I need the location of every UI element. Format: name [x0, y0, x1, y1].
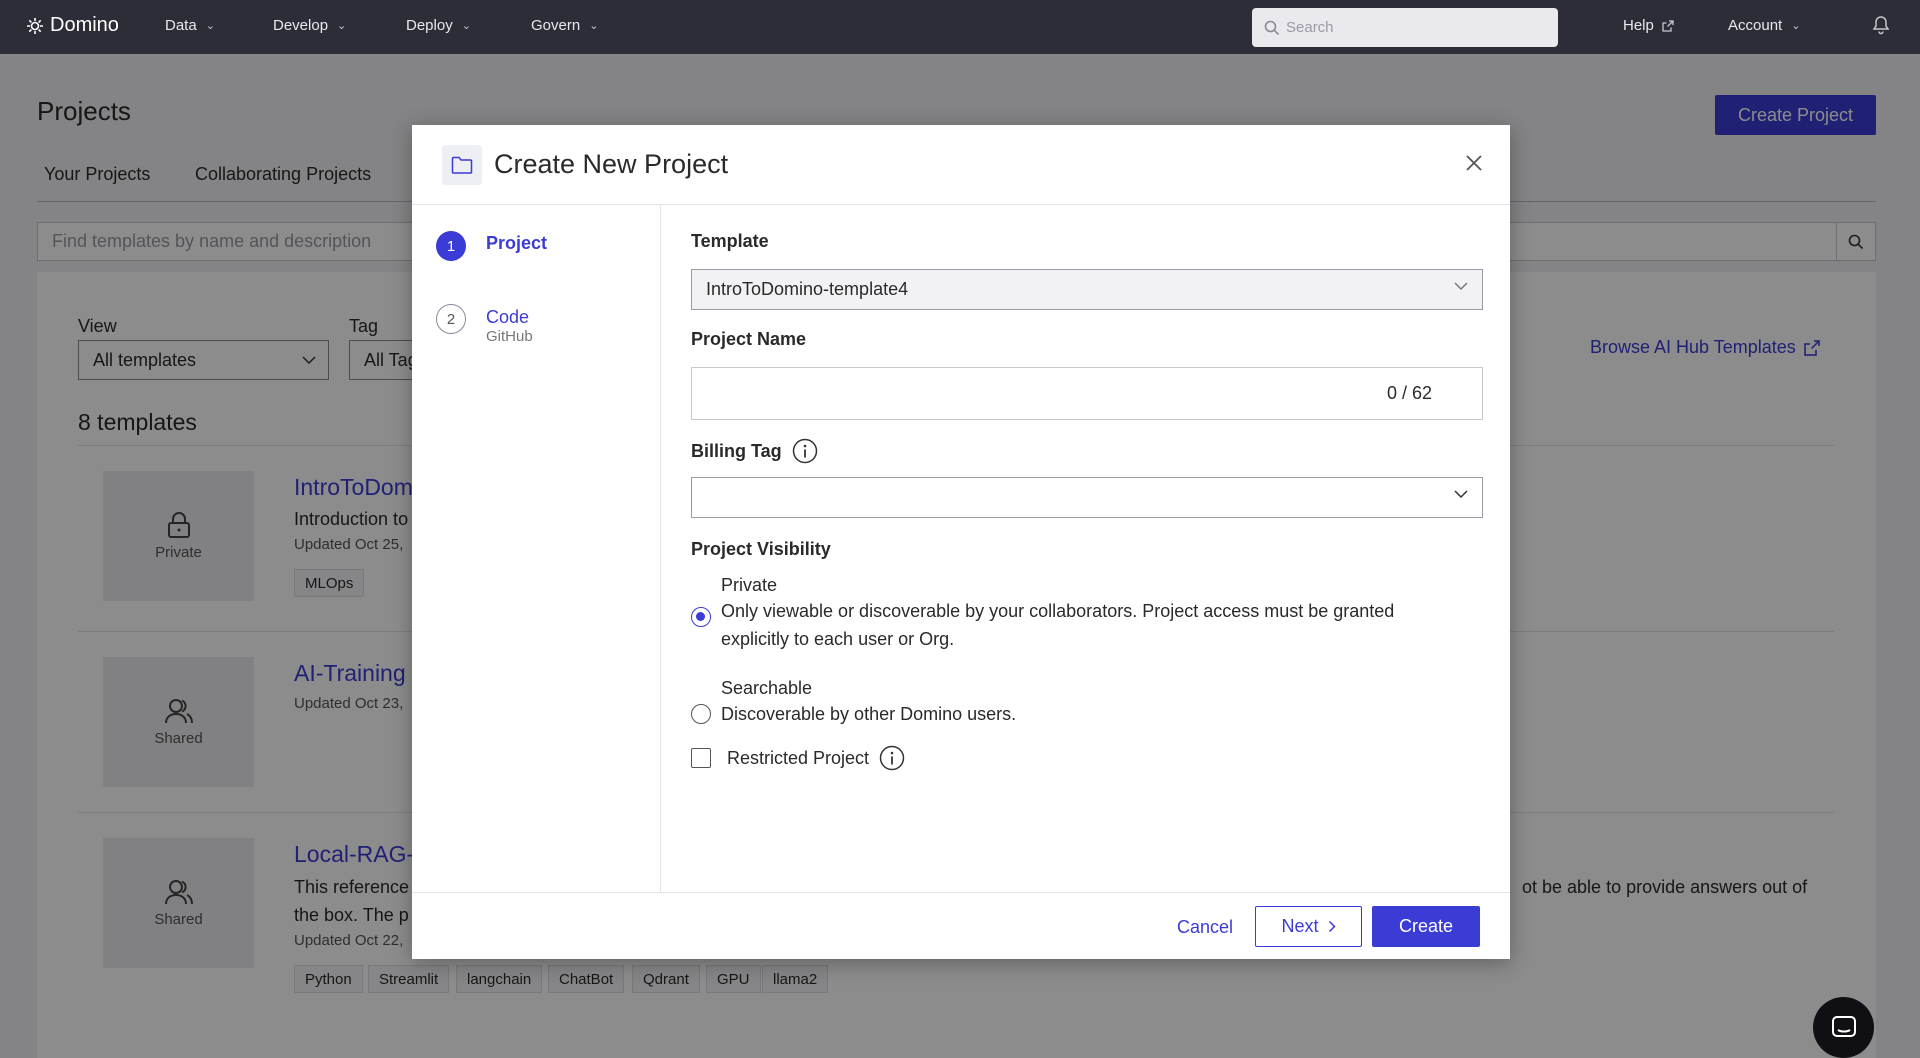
domino-logo[interactable]: Domino: [26, 14, 119, 37]
global-search-input[interactable]: Search: [1252, 8, 1558, 47]
project-name-counter: 0 / 62: [1386, 383, 1432, 403]
project-name-label: Project Name: [691, 329, 807, 349]
nav-govern-label: Govern: [531, 17, 581, 34]
chevron-down-icon: [1454, 282, 1468, 291]
modal-header: Create New Project: [412, 125, 1510, 205]
radio-searchable[interactable]: [691, 704, 711, 724]
billing-tag-select[interactable]: [691, 477, 1483, 518]
chevron-down-icon: ⌄: [205, 20, 215, 32]
template-select[interactable]: IntroToDomino-template4: [691, 269, 1483, 310]
visibility-label: Project Visibility: [691, 539, 831, 559]
brand-name: Domino: [50, 14, 119, 36]
wizard-steps: 1 Project 2 Code GitHub: [412, 205, 661, 892]
template-select-value: IntroToDomino-template4: [706, 279, 909, 299]
nav-develop[interactable]: Develop ⌄: [273, 17, 346, 34]
domino-logo-icon: [27, 17, 43, 34]
notifications-bell-icon[interactable]: [1872, 15, 1890, 40]
step-sublabel: GitHub: [486, 328, 533, 345]
nav-deploy-label: Deploy: [406, 17, 453, 34]
next-button-label: Next: [1281, 916, 1319, 936]
step-label: Code: [486, 307, 530, 327]
info-icon[interactable]: [792, 438, 818, 464]
chevron-down-icon: [1454, 490, 1468, 499]
search-icon: [1264, 20, 1280, 35]
nav-govern[interactable]: Govern ⌄: [531, 17, 598, 34]
modal-footer: Cancel Next Create: [412, 892, 1510, 959]
chat-launcher-button[interactable]: [1813, 997, 1874, 1058]
radio-title: Private: [721, 575, 778, 595]
radio-description: Only viewable or discoverable by your co…: [721, 601, 1395, 649]
restricted-project-label: Restricted Project: [727, 745, 905, 771]
chat-icon: [1831, 1015, 1856, 1037]
nav-account-label: Account: [1728, 17, 1783, 34]
chevron-down-icon: ⌄: [589, 20, 599, 32]
step-number: 1: [436, 231, 466, 261]
chevron-down-icon: ⌄: [1791, 20, 1801, 32]
nav-account[interactable]: Account ⌄: [1728, 17, 1800, 34]
create-project-modal: Create New Project 1 Project 2 Code GitH…: [412, 125, 1510, 959]
external-link-icon: [1662, 19, 1674, 32]
top-nav: Domino Data ⌄ Develop ⌄ Deploy ⌄ Govern ⌄ Se…: [0, 0, 1920, 54]
radio-description: Discoverable by other Domino users.: [721, 704, 1017, 724]
nav-develop-label: Develop: [273, 17, 329, 34]
chevron-right-icon: [1328, 920, 1336, 933]
step-label: Project: [486, 233, 548, 253]
search-placeholder: Search: [1286, 19, 1334, 36]
cancel-button[interactable]: Cancel: [1148, 907, 1262, 947]
nav-data-label: Data: [165, 17, 197, 34]
restricted-project-checkbox[interactable]: [691, 748, 711, 768]
close-icon[interactable]: [1462, 151, 1486, 175]
restricted-project-text: Restricted Project: [727, 747, 870, 768]
radio-title: Searchable: [721, 678, 813, 698]
nav-deploy[interactable]: Deploy ⌄: [406, 17, 471, 34]
chevron-down-icon: ⌄: [337, 20, 347, 32]
next-button[interactable]: Next: [1255, 906, 1362, 947]
folder-icon: [442, 145, 482, 185]
project-name-input[interactable]: 0 / 62: [691, 367, 1483, 420]
radio-private[interactable]: [691, 607, 711, 627]
modal-title: Create New Project: [494, 149, 729, 179]
step-number: 2: [436, 304, 466, 334]
nav-help-label: Help: [1623, 17, 1654, 34]
billing-tag-label: Billing Tag: [691, 438, 818, 464]
template-label: Template: [691, 231, 769, 251]
chevron-down-icon: ⌄: [461, 20, 471, 32]
billing-tag-label-text: Billing Tag: [691, 440, 782, 461]
create-button[interactable]: Create: [1372, 906, 1480, 947]
nav-data[interactable]: Data ⌄: [165, 17, 215, 34]
info-icon[interactable]: [879, 745, 905, 771]
nav-help[interactable]: Help: [1623, 17, 1674, 34]
